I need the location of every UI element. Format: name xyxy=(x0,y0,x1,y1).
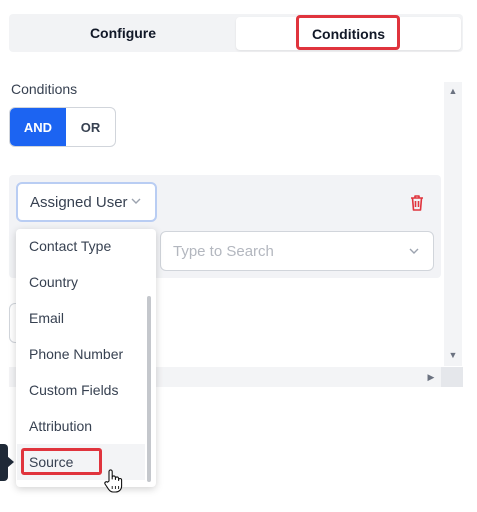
dropdown-option[interactable]: Contact Type xyxy=(17,228,145,264)
logic-toggle: AND OR xyxy=(9,107,116,147)
hand-pointer-icon xyxy=(104,469,123,493)
vertical-scrollbar[interactable] xyxy=(444,82,462,366)
scroll-right-icon[interactable]: ▶ xyxy=(424,368,438,386)
dropdown-option-source[interactable]: Source xyxy=(17,444,145,480)
search-placeholder: Type to Search xyxy=(173,242,274,260)
tooltip-arrow xyxy=(7,456,14,468)
dropdown-option[interactable]: Email xyxy=(17,300,145,336)
dropdown-option[interactable]: Country xyxy=(17,264,145,300)
dropdown-option[interactable]: Attribution xyxy=(17,408,145,444)
scroll-up-icon[interactable]: ▲ xyxy=(444,82,462,100)
and-button[interactable]: AND xyxy=(10,108,66,146)
value-search-select[interactable]: Type to Search xyxy=(160,231,434,271)
scrollbar-corner xyxy=(441,367,463,387)
trash-icon[interactable] xyxy=(408,193,426,213)
tab-conditions[interactable]: Conditions xyxy=(236,17,461,50)
or-button[interactable]: OR xyxy=(66,108,115,146)
field-select-value: Assigned User xyxy=(30,193,128,211)
scroll-down-icon[interactable]: ▼ xyxy=(444,346,462,364)
conditions-label: Conditions xyxy=(11,81,78,97)
dropdown-option[interactable]: Custom Fields xyxy=(17,372,145,408)
tab-configure[interactable]: Configure xyxy=(9,14,237,52)
dropdown-option[interactable]: Phone Number xyxy=(17,336,145,372)
dropdown-scrollbar[interactable] xyxy=(147,296,151,482)
field-select[interactable]: Assigned User xyxy=(16,182,157,222)
chevron-down-icon xyxy=(131,198,141,204)
chevron-down-icon xyxy=(409,248,419,254)
